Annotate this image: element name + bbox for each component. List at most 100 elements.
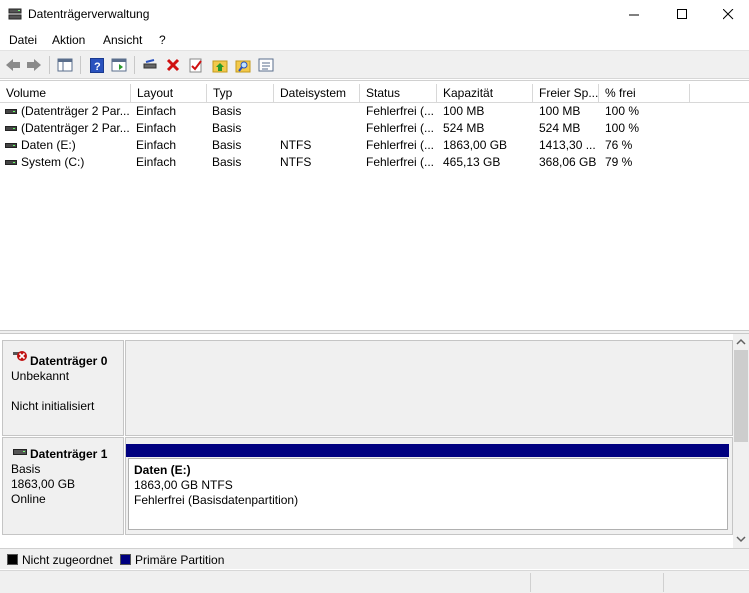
primary-partition-bar <box>126 444 729 457</box>
volume-list-header: Volume Layout Typ Dateisystem Status Kap… <box>0 84 749 103</box>
cell-volume: System (C:) <box>21 155 85 169</box>
menu-aktion[interactable]: Aktion <box>52 33 85 47</box>
back-button[interactable] <box>4 56 22 74</box>
column-header-kapazitaet[interactable]: Kapazität <box>437 84 533 103</box>
forward-icon <box>27 59 41 71</box>
table-row[interactable]: (Datenträger 2 Par... Einfach Basis Fehl… <box>0 120 749 137</box>
scroll-up-icon[interactable] <box>736 338 746 345</box>
volume-icon <box>5 109 17 114</box>
up-folder-button[interactable] <box>211 56 229 74</box>
disk-pane: Datenträger 0 Unbekannt Nicht initialisi… <box>0 334 733 548</box>
column-header-status[interactable]: Status <box>360 84 437 103</box>
legend: Nicht zugeordnet Primäre Partition <box>0 548 749 569</box>
cell-layout: Einfach <box>136 121 177 135</box>
close-button[interactable] <box>705 0 749 29</box>
cell-dateisystem: NTFS <box>280 138 312 152</box>
cell-prozent-frei: 100 % <box>605 104 640 118</box>
column-header-layout[interactable]: Layout <box>131 84 207 103</box>
minimize-button[interactable] <box>611 0 657 29</box>
disk-0-type: Unbekannt <box>11 369 70 383</box>
cell-freier-speicher: 368,06 GB <box>539 155 597 169</box>
partition-title: Daten (E:) <box>134 463 191 477</box>
disk-0-status: Nicht initialisiert <box>11 399 95 413</box>
disk-error-icon <box>13 351 27 361</box>
cell-layout: Einfach <box>136 138 177 152</box>
disk-1-status: Online <box>11 492 46 506</box>
disk-1-size: 1863,00 GB <box>11 477 76 491</box>
search-folder-button[interactable] <box>234 56 252 74</box>
cell-freier-speicher: 1413,30 ... <box>539 138 596 152</box>
console-tree-button[interactable] <box>56 56 74 74</box>
cell-freier-speicher: 100 MB <box>539 104 581 118</box>
table-row[interactable]: (Datenträger 2 Par... Einfach Basis Fehl… <box>0 103 749 120</box>
volume-icon <box>5 143 17 148</box>
cell-status: Fehlerfrei (... <box>366 104 435 118</box>
up-folder-icon <box>212 60 228 72</box>
svg-text:?: ? <box>94 61 101 73</box>
disk-1-type: Basis <box>11 462 41 476</box>
table-row[interactable]: Daten (E:) Einfach Basis NTFS Fehlerfrei… <box>0 137 749 154</box>
partition-status: Fehlerfrei (Basisdatenpartition) <box>134 493 299 507</box>
disk-icon <box>13 449 27 455</box>
cell-layout: Einfach <box>136 104 177 118</box>
cell-typ: Basis <box>212 121 242 135</box>
cell-freier-speicher: 524 MB <box>539 121 581 135</box>
cell-dateisystem: NTFS <box>280 155 312 169</box>
cell-kapazitaet: 100 MB <box>443 104 485 118</box>
toolbar: ? <box>0 51 749 79</box>
scrollbar-thumb[interactable] <box>734 350 748 442</box>
column-header-typ[interactable]: Typ <box>207 84 274 103</box>
check-icon <box>189 58 202 72</box>
title-bar: Datenträgerverwaltung <box>0 0 749 29</box>
maximize-button[interactable] <box>659 0 705 29</box>
disk-0-area[interactable] <box>125 340 733 436</box>
cell-typ: Basis <box>212 138 242 152</box>
status-bar <box>0 570 749 593</box>
table-row[interactable]: System (C:) Einfach Basis NTFS Fehlerfre… <box>0 154 749 171</box>
cell-kapazitaet: 465,13 GB <box>443 155 501 169</box>
column-header-volume[interactable]: Volume <box>0 84 131 103</box>
close-icon <box>722 9 733 20</box>
menu-datei[interactable]: Datei <box>9 33 37 47</box>
minimize-icon <box>628 14 639 16</box>
disk-1-info[interactable]: Datenträger 1 Basis 1863,00 GB Online <box>2 437 124 535</box>
cell-prozent-frei: 100 % <box>605 121 640 135</box>
disk-0-name: Datenträger 0 <box>30 354 108 368</box>
menu-bar: Datei Aktion Ansicht ? <box>0 29 749 51</box>
connect-disk-button[interactable] <box>141 56 159 74</box>
properties-icon <box>258 58 274 72</box>
properties-view-icon <box>111 58 127 72</box>
cell-kapazitaet: 524 MB <box>443 121 485 135</box>
disk-0-info[interactable]: Datenträger 0 Unbekannt Nicht initialisi… <box>2 340 124 436</box>
cell-volume: Daten (E:) <box>21 138 76 152</box>
volume-list: Volume Layout Typ Dateisystem Status Kap… <box>0 80 749 330</box>
disk-1-name: Datenträger 1 <box>30 447 108 461</box>
forward-button[interactable] <box>25 56 43 74</box>
column-header-prozent-frei[interactable]: % frei <box>599 84 690 103</box>
delete-icon <box>166 58 180 72</box>
window-title: Datenträgerverwaltung <box>28 7 150 21</box>
cell-layout: Einfach <box>136 155 177 169</box>
column-header-dateisystem[interactable]: Dateisystem <box>274 84 360 103</box>
scroll-down-icon[interactable] <box>736 536 746 543</box>
cell-typ: Basis <box>212 155 242 169</box>
column-header-freier-speicher[interactable]: Freier Sp... <box>533 84 599 103</box>
check-button[interactable] <box>187 56 205 74</box>
help-button[interactable]: ? <box>88 56 106 74</box>
volume-icon <box>5 126 17 131</box>
search-folder-icon <box>235 60 251 72</box>
delete-button[interactable] <box>164 56 182 74</box>
cell-status: Fehlerfrei (... <box>366 121 435 135</box>
menu-help[interactable]: ? <box>159 33 166 47</box>
properties-view-button[interactable] <box>110 56 128 74</box>
legend-swatch-unallocated <box>7 554 18 565</box>
menu-ansicht[interactable]: Ansicht <box>103 33 142 47</box>
volume-icon <box>5 160 17 165</box>
legend-swatch-primary <box>120 554 131 565</box>
cell-kapazitaet: 1863,00 GB <box>443 138 508 152</box>
disk-management-icon <box>8 8 22 20</box>
properties-button[interactable] <box>257 56 275 74</box>
disk-pane-scrollbar[interactable] <box>733 334 749 548</box>
partition-daten-e[interactable]: Daten (E:) 1863,00 GB NTFS Fehlerfrei (B… <box>128 458 728 530</box>
cell-typ: Basis <box>212 104 242 118</box>
